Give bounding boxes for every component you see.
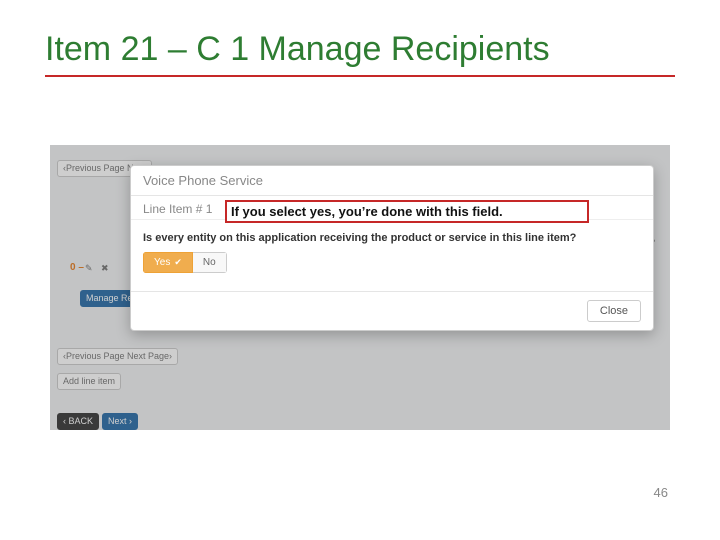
instruction-callout: If you select yes, you’re done with this… (225, 200, 589, 223)
yes-button[interactable]: Yes ✔ (143, 252, 193, 273)
modal: Voice Phone Service Line Item # 1 Is eve… (130, 165, 654, 331)
row-accent: 0 – (70, 262, 84, 273)
add-line-item-button[interactable]: Add line item (57, 373, 121, 390)
next-button[interactable]: Next › (102, 413, 138, 430)
row-mini-icons[interactable]: ✎ ✖ (85, 263, 112, 274)
slide-title: Item 21 – C 1 Manage Recipients (45, 30, 675, 77)
check-icon: ✔ (174, 257, 182, 268)
page-number: 46 (654, 485, 668, 500)
close-button[interactable]: Close (587, 300, 641, 322)
modal-header: Voice Phone Service (131, 166, 653, 196)
back-button[interactable]: ‹ BACK (57, 413, 99, 430)
modal-question: Is every entity on this application rece… (143, 232, 641, 244)
prev-next-bottom[interactable]: ‹Previous Page Next Page› (57, 348, 178, 365)
yes-label: Yes (154, 257, 170, 268)
no-button[interactable]: No (193, 252, 227, 273)
yes-no-toggle: Yes ✔ No (143, 252, 227, 273)
